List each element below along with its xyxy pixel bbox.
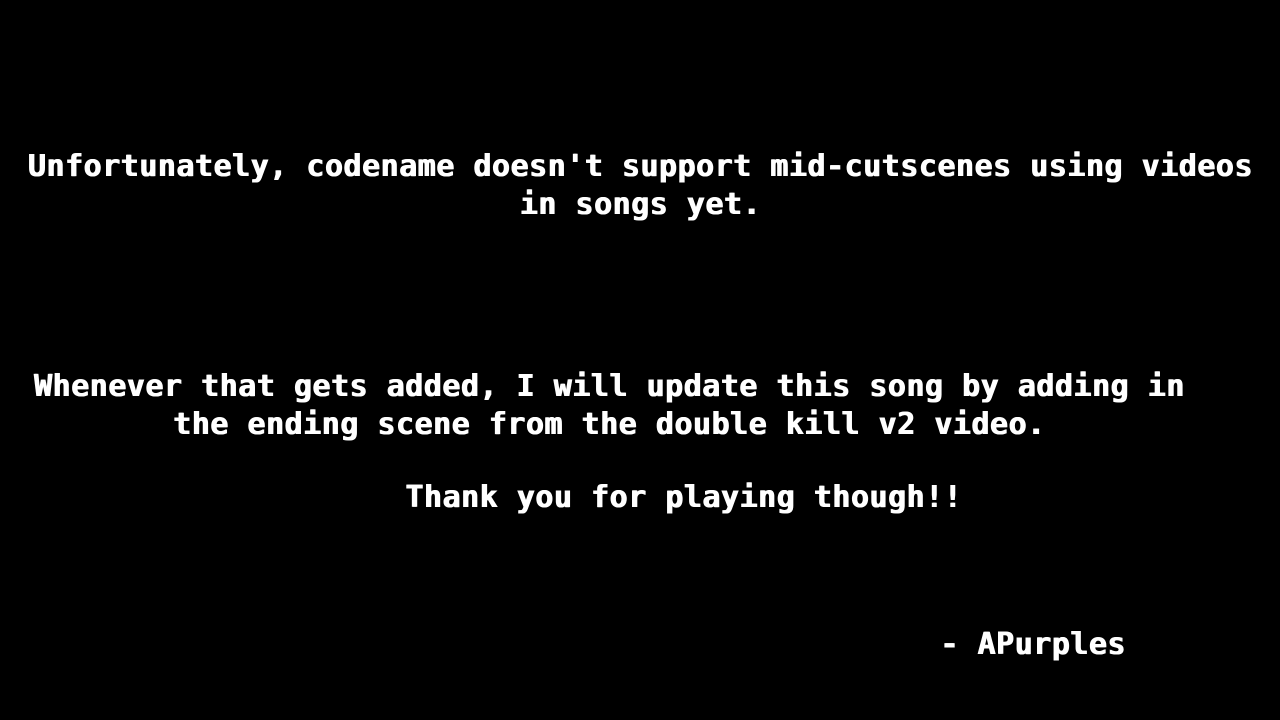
- unsupported-feature-message: Unfortunately, codename doesn't support …: [27, 149, 1253, 222]
- author-signature: - APurples: [940, 627, 1126, 662]
- future-update-message: Whenever that gets added, I will update …: [33, 369, 1185, 442]
- cutscene-screen: Unfortunately, codename doesn't support …: [0, 0, 1280, 720]
- thank-you-message: Thank you for playing though!!: [405, 480, 962, 515]
